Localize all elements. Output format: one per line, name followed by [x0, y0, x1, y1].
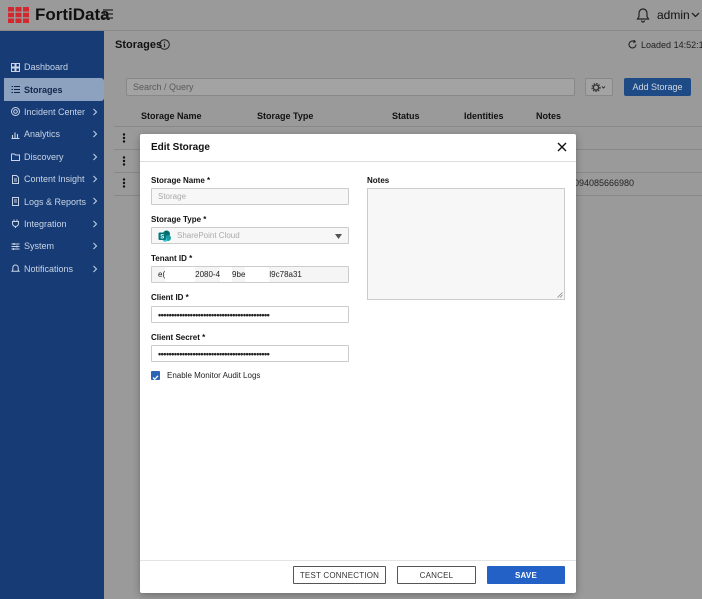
- close-icon[interactable]: [557, 142, 567, 152]
- sidebar-item-label: Analytics: [24, 129, 61, 140]
- tenant-id-part: 9be: [232, 270, 246, 279]
- storage-type-value: SharePoint Cloud: [177, 231, 240, 240]
- storage-type-label: Storage Type *: [151, 215, 207, 224]
- tenant-id-part: l9c78a31: [269, 270, 302, 279]
- gear-icon: [591, 82, 606, 92]
- dashboard-icon: [11, 62, 20, 72]
- tenant-id-input[interactable]: e( 2080-4 9be l9c78a31: [151, 266, 349, 283]
- settings-dropdown-button[interactable]: [585, 78, 613, 96]
- column-header-status[interactable]: Status: [392, 111, 420, 121]
- chart-icon: [11, 132, 20, 139]
- sidebar-item-discovery[interactable]: Discovery: [0, 146, 104, 168]
- enable-monitor-label: Enable Monitor Audit Logs: [167, 371, 261, 380]
- column-header-identities[interactable]: Identities: [464, 111, 504, 121]
- client-secret-input[interactable]: ••••••••••••••••••••••••••••••••••••••••…: [151, 345, 349, 362]
- column-header-notes[interactable]: Notes: [536, 111, 561, 121]
- save-button[interactable]: SAVE: [487, 566, 565, 584]
- target-icon: [11, 107, 20, 117]
- chevron-right-icon: [93, 197, 98, 205]
- svg-text:S: S: [160, 234, 164, 240]
- chevron-right-icon: [93, 153, 98, 160]
- refresh-icon[interactable]: [627, 39, 638, 50]
- modal-title: Edit Storage: [151, 142, 210, 153]
- sidebar-item-label: Incident Center: [24, 106, 86, 117]
- sidebar-item-logs-reports[interactable]: Logs & Reports: [0, 190, 104, 212]
- notes-label: Notes: [367, 176, 390, 185]
- row-actions-icon[interactable]: [122, 133, 126, 143]
- sidebar-item-incident-center[interactable]: Incident Center: [0, 101, 104, 123]
- chevron-right-icon: [93, 175, 98, 183]
- folder-icon: [11, 153, 20, 162]
- notification-bell-icon[interactable]: [636, 7, 650, 23]
- search-input[interactable]: [126, 78, 575, 96]
- sidebar-item-label: Discovery: [24, 151, 64, 162]
- tenant-id-part: 2080-4: [195, 270, 221, 279]
- resize-handle-icon[interactable]: [557, 292, 563, 298]
- sidebar-item-notifications[interactable]: Notifications: [0, 258, 104, 280]
- document-icon: [12, 174, 19, 184]
- client-secret-label: Client Secret *: [151, 333, 206, 342]
- sidebar-item-label: Integration: [24, 218, 67, 229]
- sidebar-item-label: Storages: [24, 84, 63, 95]
- user-menu[interactable]: admin: [657, 8, 690, 22]
- chevron-right-icon: [93, 242, 98, 250]
- app-name: FortiData: [35, 5, 110, 24]
- info-icon[interactable]: [159, 39, 170, 50]
- client-id-label: Client ID *: [151, 293, 189, 302]
- plug-icon: [12, 219, 19, 229]
- column-header-storage-name[interactable]: Storage Name: [141, 111, 202, 121]
- fortidata-logo-icon: [8, 7, 29, 23]
- notes-textarea[interactable]: [367, 188, 565, 300]
- chevron-right-icon: [93, 265, 98, 272]
- row-actions-icon[interactable]: [122, 156, 126, 166]
- sharepoint-icon: S: [158, 230, 171, 242]
- sidebar: Dashboard Storages Incident Center Analytic…: [0, 31, 104, 599]
- chevron-right-icon: [93, 130, 98, 138]
- enable-monitor-checkbox[interactable]: [151, 371, 160, 381]
- sidebar-item-content-insight[interactable]: Content Insight: [0, 168, 104, 190]
- sidebar-item-system[interactable]: System: [0, 235, 104, 257]
- table-divider: [114, 126, 702, 127]
- chevron-right-icon: [93, 108, 98, 116]
- loaded-status[interactable]: Loaded 14:52:11: [627, 39, 702, 50]
- dropdown-caret-icon: [335, 234, 342, 239]
- sidebar-item-integration[interactable]: Integration: [0, 213, 104, 235]
- tenant-id-label: Tenant ID *: [151, 254, 193, 263]
- sidebar-item-label: Notifications: [24, 263, 74, 274]
- top-bar: FortiData admin: [0, 0, 702, 31]
- table-cell-notes: 094085666980: [574, 178, 635, 188]
- add-storage-button[interactable]: Add Storage: [624, 78, 691, 96]
- bell-icon: [11, 264, 20, 272]
- client-id-input[interactable]: ••••••••••••••••••••••••••••••••••••••••…: [151, 306, 349, 323]
- tenant-id-part: e(: [158, 270, 166, 279]
- loaded-label: Loaded: [641, 39, 672, 50]
- chevron-right-icon: [93, 220, 98, 228]
- sidebar-item-label: Logs & Reports: [24, 196, 87, 207]
- chevron-down-icon[interactable]: [691, 10, 700, 19]
- sidebar-item-storages[interactable]: Storages: [4, 78, 104, 101]
- loaded-time: 14:52:11: [673, 39, 702, 50]
- storage-name-input[interactable]: Storage: [151, 188, 349, 205]
- storage-name-label: Storage Name *: [151, 176, 211, 185]
- logs-icon: [12, 197, 19, 207]
- page-title: Storages: [115, 39, 163, 51]
- modal-footer-divider: [140, 560, 576, 561]
- edit-storage-modal: Edit Storage Storage Name * Storage Stor…: [140, 134, 576, 593]
- sidebar-item-label: Dashboard: [24, 62, 69, 73]
- settings-icon: [11, 242, 20, 250]
- row-actions-icon[interactable]: [122, 178, 126, 188]
- cancel-button[interactable]: CANCEL: [397, 566, 476, 584]
- list-icon: [11, 86, 20, 94]
- checkmark-icon: [152, 375, 159, 381]
- test-connection-button[interactable]: TEST CONNECTION: [293, 566, 386, 584]
- modal-header: Edit Storage: [140, 134, 576, 162]
- sidebar-item-dashboard[interactable]: Dashboard: [0, 56, 104, 78]
- sidebar-item-analytics[interactable]: Analytics: [0, 123, 104, 145]
- collapse-menu-icon[interactable]: [102, 8, 114, 20]
- storage-type-select[interactable]: S SharePoint Cloud: [151, 227, 349, 244]
- sidebar-item-label: System: [24, 241, 55, 252]
- sidebar-item-label: Content Insight: [24, 174, 85, 185]
- column-header-storage-type[interactable]: Storage Type: [257, 111, 313, 121]
